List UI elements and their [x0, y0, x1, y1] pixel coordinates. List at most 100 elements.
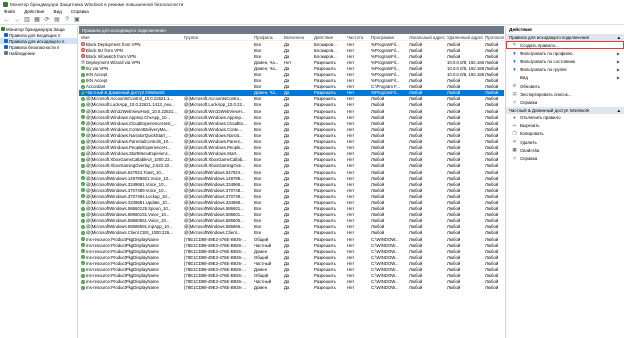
show-hide-tree-icon[interactable]: ▥ [23, 16, 31, 24]
table-row[interactable]: ✓ @{MicrosoftWindows.3707494.Lockup_10...… [79, 193, 504, 199]
refresh-icon[interactable]: ⟳ [43, 16, 51, 24]
table-row[interactable]: ✓ @{Microsoft.Windows.Apprep.ChxApp_10...… [79, 114, 504, 120]
action-item[interactable]: ❐ Копировать [506, 130, 624, 138]
action-pane-icon[interactable]: ▣ [73, 16, 81, 24]
table-row[interactable]: ✓ @{MicrosoftWindows.58660151.Voice_10...… [79, 212, 504, 218]
table-row[interactable]: ✓ @{Microsoft.Windows.ParentalControls_10… [79, 139, 504, 145]
action-item[interactable]: ▦ Свойства [506, 146, 624, 154]
action-item[interactable]: ⟳ Обновить [506, 82, 624, 90]
column-header-local-address[interactable]: Локальный адрес [408, 35, 446, 40]
actions-section-outbound[interactable]: Правила для исходящего подключения ▲ [506, 34, 624, 41]
table-row[interactable]: ⊘ Block IIU from VPN Все Да Блокиров... Нет %P… [79, 47, 504, 53]
rule-protocol: Любой [485, 114, 499, 120]
action-item[interactable]: ? Справка [506, 98, 624, 106]
table-row[interactable]: ✓ ms-resource:ProductPkgDisplayName {78E1C… [79, 260, 504, 266]
table-row[interactable]: ✓ ms-resource:ProductPkgDisplayName {78E1C… [79, 273, 504, 279]
collapse-icon[interactable]: ▲ [617, 35, 621, 40]
table-row[interactable]: ✓ @{MicrosoftWindows.3707489.Voice_10... @… [79, 187, 504, 193]
menu-file[interactable]: Файл [4, 9, 15, 14]
forward-arrow-icon[interactable]: → [13, 16, 21, 24]
rule-group: {78E1CD88-49E3-476E-B926-... [184, 260, 246, 266]
allow-rule-icon: ✓ [81, 176, 85, 181]
action-item[interactable]: ▼ Фильтровать по группе ▶ [506, 66, 624, 74]
rule-protocol: Любой [485, 47, 499, 53]
table-row[interactable]: ✓ @{MicrosoftWindows.3349681.Voice_10... @… [79, 181, 504, 187]
tree-item[interactable]: Наблюдение [0, 50, 77, 56]
rule-group: @{MicrosoftWindows.370748... [184, 187, 244, 193]
table-row[interactable]: ✓ ms-resource:ProductPkgDisplayName {78E1C… [79, 285, 504, 291]
action-item[interactable]: ✎ Создать правило... [506, 41, 624, 50]
table-row[interactable]: ✓ ms-resource:ProductPkgDisplayName {78E1C… [79, 279, 504, 285]
table-row[interactable]: ✓ Частный & Доменный доступ InNetwork Доме… [79, 89, 504, 96]
help-icon[interactable]: ? [63, 16, 71, 24]
column-header-program[interactable]: Программа [370, 35, 408, 40]
rule-override: Нет [347, 163, 355, 169]
action-item[interactable]: ✕ Удалить [506, 138, 624, 146]
column-header-override[interactable]: Частота [346, 35, 370, 40]
allow-rule-icon: ✓ [81, 279, 85, 284]
table-row[interactable]: ✓ @{Microsoft.AccountsControl_10.0.22621.… [79, 96, 504, 102]
table-row[interactable]: ⊘ Block Deployment from VPN Все Да Блокиров.… [79, 41, 504, 47]
menu-action[interactable]: Действие [24, 9, 44, 14]
column-header-protocol[interactable]: Протокол [484, 35, 504, 40]
table-row[interactable]: ✓ ms-resource:ProductPkgDisplayName {78E1C… [79, 236, 504, 242]
table-row[interactable]: ✓ @{Microsoft.XboxGamingOverlay_2.622.32.… [79, 163, 504, 169]
rule-name: @{Microsoft.XboxGamingOverlay_2.622.32..… [86, 163, 173, 169]
table-row[interactable]: ✓ @{Microsoft.Windows.StartMenuExperienc.… [79, 151, 504, 157]
menu-help[interactable]: Справка [71, 9, 89, 14]
table-row[interactable]: ✓ @{MicrosoftWindows.3349681.Update_10...… [79, 199, 504, 205]
rule-name: @{Microsoft.Windows.NarratorQuickStart_.… [86, 132, 171, 138]
action-item[interactable]: ● Отключить правило [506, 114, 624, 122]
actions-section-selected-rule[interactable]: Частный & Доменный доступ InNetwork ▲ [506, 106, 624, 114]
collapse-icon[interactable]: ▲ [617, 108, 621, 113]
rule-name-cell: ⊘ Block IIU from VPN [79, 48, 183, 53]
rule-program: C:\WINDOW... [371, 242, 399, 248]
rule-name-cell: ✓ ms-resource:ProductPkgDisplayName [79, 279, 183, 284]
table-row[interactable]: ✓ ms-resource:ProductPkgDisplayName {78E1C… [79, 254, 504, 260]
table-row[interactable]: ✓ @{Microsoft.Win32WebViewHost_10.0.22621… [79, 108, 504, 114]
rule-group: @{Microsoft.Win32WebViewH... [184, 108, 246, 114]
rule-override: Нет [347, 120, 355, 126]
table-row[interactable]: ⊘ Block Infowatch from VPN Все Да Блокиров..… [79, 53, 504, 59]
rule-name-cell: ✓ IIU via VPN [79, 66, 183, 71]
rule-enabled: Да [284, 187, 290, 193]
table-row[interactable]: ✓ @{MicrosoftWindows.58660125.Spoon_10...… [79, 206, 504, 212]
rule-local-address: Любой [409, 267, 423, 273]
properties-icon[interactable]: ▦ [33, 16, 41, 24]
table-row[interactable]: ✓ @{Microsoft.XboxGameCallableUI_1000.22.… [79, 157, 504, 163]
table-row[interactable]: ✓ ms-resource:ProductPkgDisplayName {78E1C… [79, 248, 504, 254]
table-row[interactable]: ✓ IKN Accept Все Да Разрешить Нет %ProgramFil.… [79, 71, 504, 77]
column-header-group[interactable]: Группа [183, 35, 253, 40]
table-row[interactable]: ✓ @{MicrosoftWindows.149789801.Voice_10..… [79, 175, 504, 181]
table-row[interactable]: ✓ @{MicrosoftWindows.Client.CBS_1000.226.… [79, 230, 504, 236]
action-item[interactable]: ▼ Фильтровать по состоянию ▶ [506, 57, 624, 65]
column-header-name[interactable]: Имя [79, 35, 183, 40]
export-icon[interactable]: ▤ [53, 16, 61, 24]
back-arrow-icon[interactable]: ← [3, 16, 11, 24]
column-header-action[interactable]: Действие [313, 35, 346, 40]
table-row[interactable]: ✓ @{Microsoft.Windows.PeopleExperienceH..… [79, 145, 504, 151]
table-row[interactable]: ✓ @{MicrosoftWindows.58686691.InpApp_10..… [79, 224, 504, 230]
table-row[interactable]: ✓ @{Microsoft.LockApp_10.0.22621.1413_neu… [79, 102, 504, 108]
column-header-remote-address[interactable]: Удаленный адрес [446, 35, 484, 40]
table-row[interactable]: ✓ Accordant Все Да Разрешить Нет C:\Program F.… [79, 84, 504, 90]
table-row[interactable]: ✓ @{MicrosoftWindows.58660551.Voice_10...… [79, 218, 504, 224]
table-row[interactable]: ✓ ms-resource:ProductPkgDisplayName {78E1C… [79, 266, 504, 272]
action-item[interactable]: ? Справка [506, 154, 624, 162]
menu-view[interactable]: Вид [54, 9, 62, 14]
table-row[interactable]: ✓ @{Microsoft.Windows.ContentDeliveryMa..… [79, 126, 504, 132]
table-row[interactable]: ✓ @{Microsoft.Windows.CloudExperienceHost… [79, 120, 504, 126]
table-row[interactable]: Deployment Wizard via VPN Домен, Ча... Нет… [79, 59, 504, 65]
column-header-profile[interactable]: Профиль [253, 35, 283, 40]
table-row[interactable]: ✓ IKN Accept Все Да Разрешить Нет %ProgramFil.… [79, 78, 504, 84]
table-row[interactable]: ✓ ms-resource:ProductPkgDisplayName {78E1C… [79, 242, 504, 248]
table-row[interactable]: ✓ IIU via VPN Домен, Ча... Да Разрешить Нет %P… [79, 65, 504, 71]
action-item[interactable]: Вид ▶ [506, 74, 624, 82]
rule-override: Нет [347, 206, 355, 212]
action-item[interactable]: ▤ Экспортировать список... [506, 90, 624, 98]
table-row[interactable]: ✓ @{Microsoft.Windows.NarratorQuickStart_… [79, 132, 504, 138]
column-header-enabled[interactable]: Включено [283, 35, 313, 40]
table-row[interactable]: ✓ @{MicrosoftWindows.547924.Toast_10... @{… [79, 169, 504, 175]
action-item[interactable]: ✂ Вырезать [506, 122, 624, 130]
action-item[interactable]: ▼ Фильтровать по профилю ▶ [506, 49, 624, 57]
